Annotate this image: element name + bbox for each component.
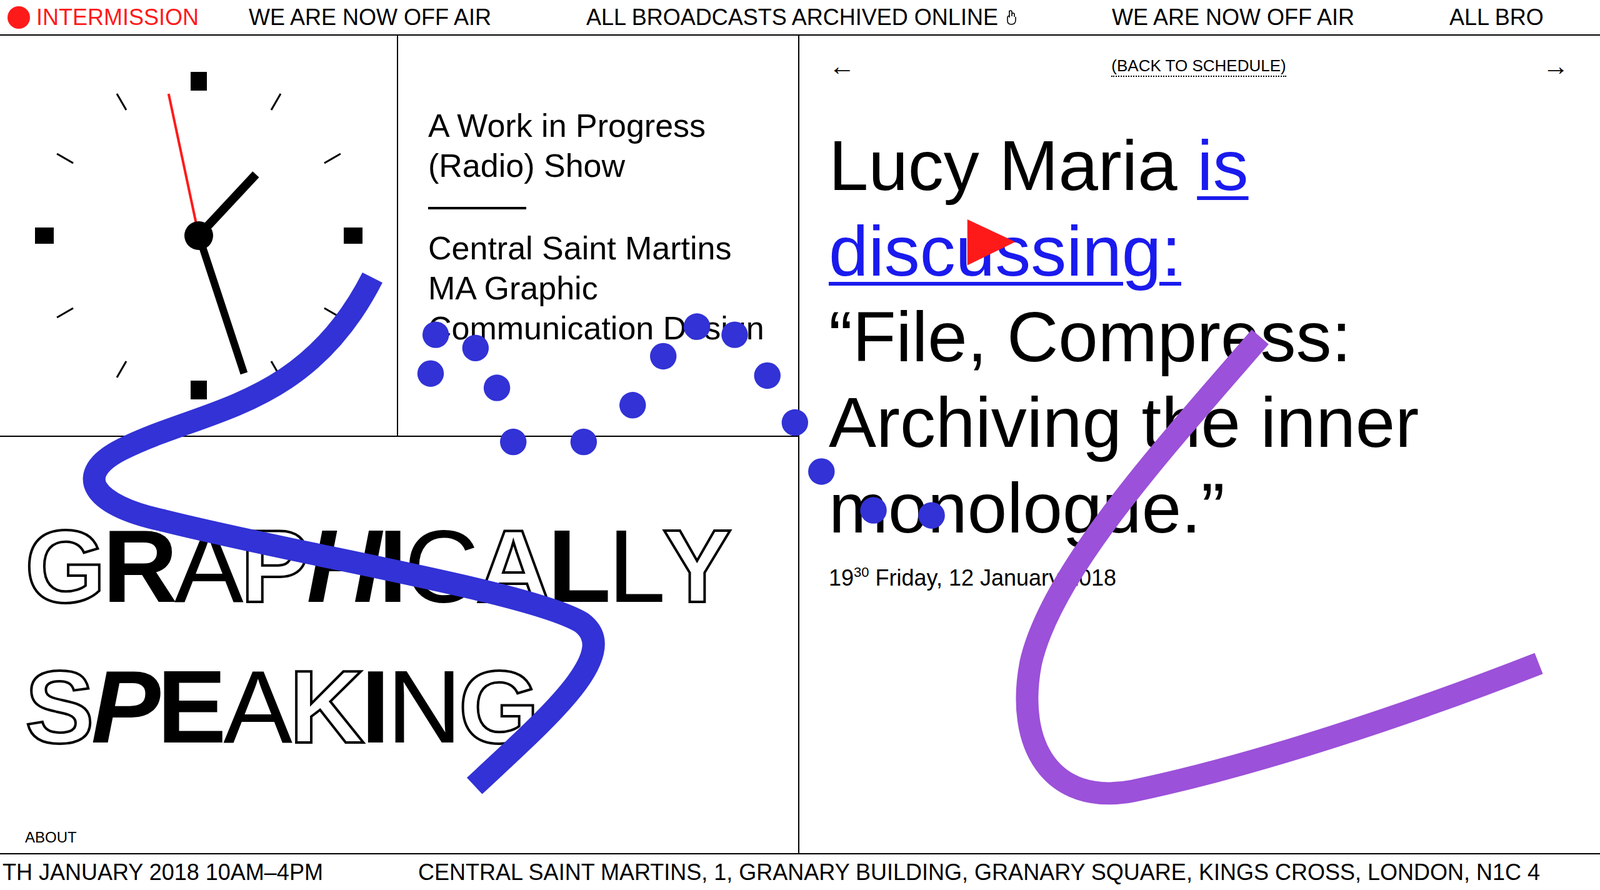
blue-dot: [417, 360, 444, 387]
blue-dot: [754, 362, 781, 389]
minute-hand: [198, 235, 244, 374]
episode-panel: ← (BACK TO SCHEDULE) → Lucy Maria is discus…: [799, 35, 1600, 854]
blue-dot: [683, 313, 710, 340]
logo-letter: P: [91, 636, 158, 777]
logo-letter: E: [156, 636, 224, 777]
blue-dot: [422, 321, 449, 348]
episode-nav: ← (BACK TO SCHEDULE) →: [828, 51, 1569, 82]
logo-letter: G: [25, 495, 103, 637]
ticker-item: ALL BRO: [1449, 4, 1544, 31]
ticker-item: ALL BROADCASTS ARCHIVED ONLINE: [586, 4, 1017, 31]
blue-dot: [500, 428, 527, 455]
blue-dot: [860, 496, 887, 524]
hand-icon: [1005, 9, 1017, 26]
blue-dot: [650, 343, 677, 370]
school-name: Central Saint Martins MA Graphic Communi…: [428, 228, 782, 349]
top-ticker: INTERMISSION WE ARE NOW OFF AIR ALL BROADC…: [0, 0, 1600, 36]
logo-letter: A: [174, 495, 241, 637]
logo-letter: A: [475, 495, 548, 637]
clock-panel: [0, 35, 399, 437]
ticker-item: TH JANUARY 2018 10AM–4PM: [2, 859, 324, 886]
live-dot-icon: [7, 6, 30, 29]
status-label: INTERMISSION: [36, 4, 199, 31]
logo-line: GRAPHICALLY: [25, 495, 780, 637]
logo-letter: N: [386, 636, 459, 777]
next-button[interactable]: →: [1542, 51, 1569, 82]
blue-dot: [918, 501, 945, 529]
blue-dot: [462, 335, 489, 362]
back-to-schedule-link[interactable]: (BACK TO SCHEDULE): [1111, 55, 1286, 77]
time-hour: 19: [828, 565, 854, 591]
logo-letter: L: [608, 495, 663, 637]
logo-letter: H: [306, 495, 379, 637]
page: INTERMISSION WE ARE NOW OFF AIR ALL BROADC…: [0, 0, 1600, 890]
blue-squiggle: [94, 277, 594, 786]
logo-letter: P: [240, 495, 307, 637]
logo-letter: A: [223, 636, 290, 777]
logo-letter: I: [378, 495, 404, 637]
logo-letter: C: [404, 495, 477, 637]
blue-dot: [483, 374, 510, 401]
clock-icon: [30, 66, 368, 405]
ticker-items: WE ARE NOW OFF AIR ALL BROADCASTS ARCHIVE…: [248, 4, 1544, 31]
second-hand: [168, 93, 199, 236]
purple-curve: [1026, 336, 1539, 794]
blue-dot: [570, 428, 597, 455]
blue-dot: [619, 391, 646, 419]
time-minute: 30: [853, 564, 869, 580]
play-icon[interactable]: [967, 219, 1016, 265]
blue-dot: [721, 321, 748, 348]
ticker-item: WE ARE NOW OFF AIR: [1111, 4, 1355, 31]
prev-button[interactable]: ←: [828, 51, 855, 82]
speaker-name: Lucy Maria: [828, 125, 1178, 205]
logo-letter: R: [102, 495, 175, 637]
logo: GRAPHICALLYSPEAKING: [25, 495, 780, 777]
blue-dot: [781, 409, 809, 436]
episode-time: 1930 Friday, 12 January 2018: [828, 564, 1569, 592]
main-grid: A Work in Progress (Radio) Show Central S…: [0, 35, 1600, 854]
about-link[interactable]: ABOUT: [25, 828, 780, 847]
episode-topic: “File, Compress: Archiving the inner mon…: [828, 293, 1567, 551]
blue-dot: [808, 458, 835, 485]
logo-letter: K: [289, 636, 362, 777]
logo-letter: Y: [662, 495, 729, 637]
logo-letter: L: [547, 495, 608, 637]
logo-panel: GRAPHICALLYSPEAKINGABOUT: [0, 436, 800, 854]
episode-title: Lucy Maria is discussing:: [828, 122, 1567, 294]
episode-date: Friday, 12 January 2018: [875, 565, 1117, 591]
decoration-overlay: [0, 0, 1600, 890]
logo-letter: I: [361, 636, 387, 777]
logo-letter: G: [458, 636, 537, 777]
logo-line: SPEAKING: [25, 636, 780, 777]
show-info: A Work in Progress (Radio) Show Central S…: [398, 35, 800, 437]
show-title: A Work in Progress (Radio) Show: [428, 105, 782, 186]
ticker-item: WE ARE NOW OFF AIR: [248, 4, 492, 31]
divider: [428, 206, 527, 210]
logo-letter: S: [25, 636, 92, 777]
ticker-item: CENTRAL SAINT MARTINS, 1, GRANARY BUILDI…: [418, 859, 1540, 886]
status-badge: INTERMISSION: [7, 4, 199, 31]
bottom-ticker: TH JANUARY 2018 10AM–4PM CENTRAL SAINT MA…: [0, 853, 1600, 890]
